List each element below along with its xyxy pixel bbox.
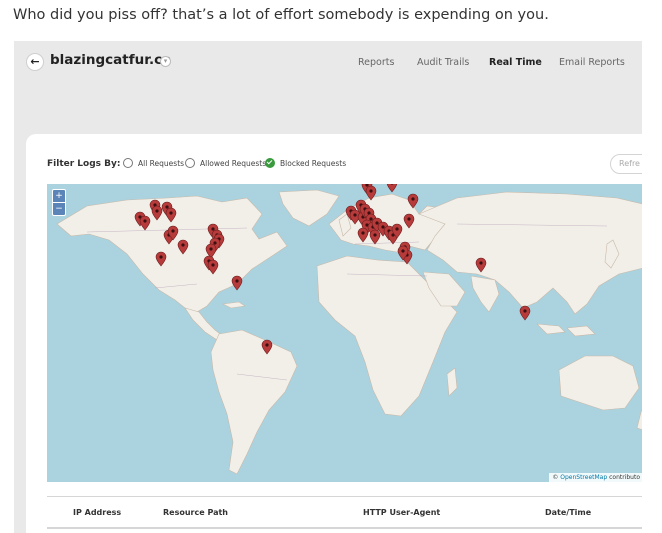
osm-link[interactable]: OpenStreetMap [560, 474, 607, 481]
map-marker-dot [235, 279, 239, 283]
attribution-suffix: contributo [609, 474, 640, 481]
log-table-header: IP Address Resource Path HTTP User-Agent… [47, 496, 642, 529]
content-panel: Filter Logs By: All Requests Allowed Req… [26, 134, 642, 533]
column-user-agent[interactable]: HTTP User-Agent [363, 508, 440, 517]
column-ip-address[interactable]: IP Address [73, 508, 121, 517]
radio-all-requests[interactable] [123, 158, 133, 168]
map-marker-dot [209, 247, 213, 251]
map-marker-dot [143, 219, 147, 223]
screenshot-panel: ← blazingcatfur.ca ▾ Reports Audit Trail… [14, 41, 642, 533]
map-marker-dot [265, 343, 269, 347]
map-marker-dot [369, 189, 373, 193]
radio-label-all-requests: All Requests [138, 159, 185, 168]
map-marker-dot [159, 255, 163, 259]
column-resource-path[interactable]: Resource Path [163, 508, 228, 517]
map-marker-dot [361, 231, 365, 235]
map-marker-dot [181, 243, 185, 247]
map-marker-dot [369, 217, 373, 221]
zoom-out-button[interactable]: − [53, 202, 65, 215]
map-marker-dot [353, 213, 357, 217]
map-marker-dot [171, 229, 175, 233]
map-marker-dot [401, 249, 405, 253]
tab-audit-trails[interactable]: Audit Trails [417, 57, 469, 68]
site-name: blazingcatfur.ca [50, 52, 172, 68]
zoom-control: + − [52, 189, 66, 216]
refresh-button[interactable]: Refre [610, 154, 642, 174]
tab-reports[interactable]: Reports [358, 57, 394, 68]
radio-label-blocked-requests: Blocked Requests [280, 159, 347, 168]
chevron-down-icon[interactable]: ▾ [160, 56, 171, 67]
tab-email-reports[interactable]: Email Reports [559, 57, 625, 68]
column-date-time[interactable]: Date/Time [545, 508, 591, 517]
radio-allowed-requests[interactable] [185, 158, 195, 168]
top-bar: ← blazingcatfur.ca ▾ Reports Audit Trail… [14, 41, 642, 83]
map-marker-dot [381, 225, 385, 229]
map-marker-dot [407, 217, 411, 221]
filter-label: Filter Logs By: [47, 159, 121, 169]
map-marker-dot [411, 197, 415, 201]
map-marker-dot [165, 205, 169, 209]
map-marker-dot [211, 227, 215, 231]
map-marker[interactable] [386, 184, 398, 193]
land-masses [56, 189, 642, 475]
map-canvas [56, 184, 642, 475]
map-marker-dot [375, 221, 379, 225]
map-marker-dot [155, 209, 159, 213]
zoom-in-button[interactable]: + [53, 190, 65, 202]
map-marker[interactable] [231, 275, 243, 291]
arrow-left-icon[interactable]: ← [26, 53, 44, 71]
world-map[interactable]: + − © OpenStreetMap contributo [47, 184, 642, 482]
radio-blocked-requests[interactable] [265, 158, 275, 168]
map-marker-dot [211, 263, 215, 267]
map-marker-dot [395, 227, 399, 231]
map-marker-dot [169, 211, 173, 215]
map-marker-dot [373, 233, 377, 237]
map-marker-dot [213, 241, 217, 245]
map-marker-dot [523, 309, 527, 313]
copyright-symbol: © [552, 474, 559, 481]
radio-label-allowed-requests: Allowed Requests [200, 159, 267, 168]
map-marker[interactable] [519, 305, 531, 321]
comment-text: Who did you piss off? that’s a lot of ef… [13, 7, 549, 23]
map-attribution: © OpenStreetMap contributo [549, 473, 642, 482]
map-marker-dot [479, 261, 483, 265]
tab-real-time[interactable]: Real Time [489, 57, 542, 68]
